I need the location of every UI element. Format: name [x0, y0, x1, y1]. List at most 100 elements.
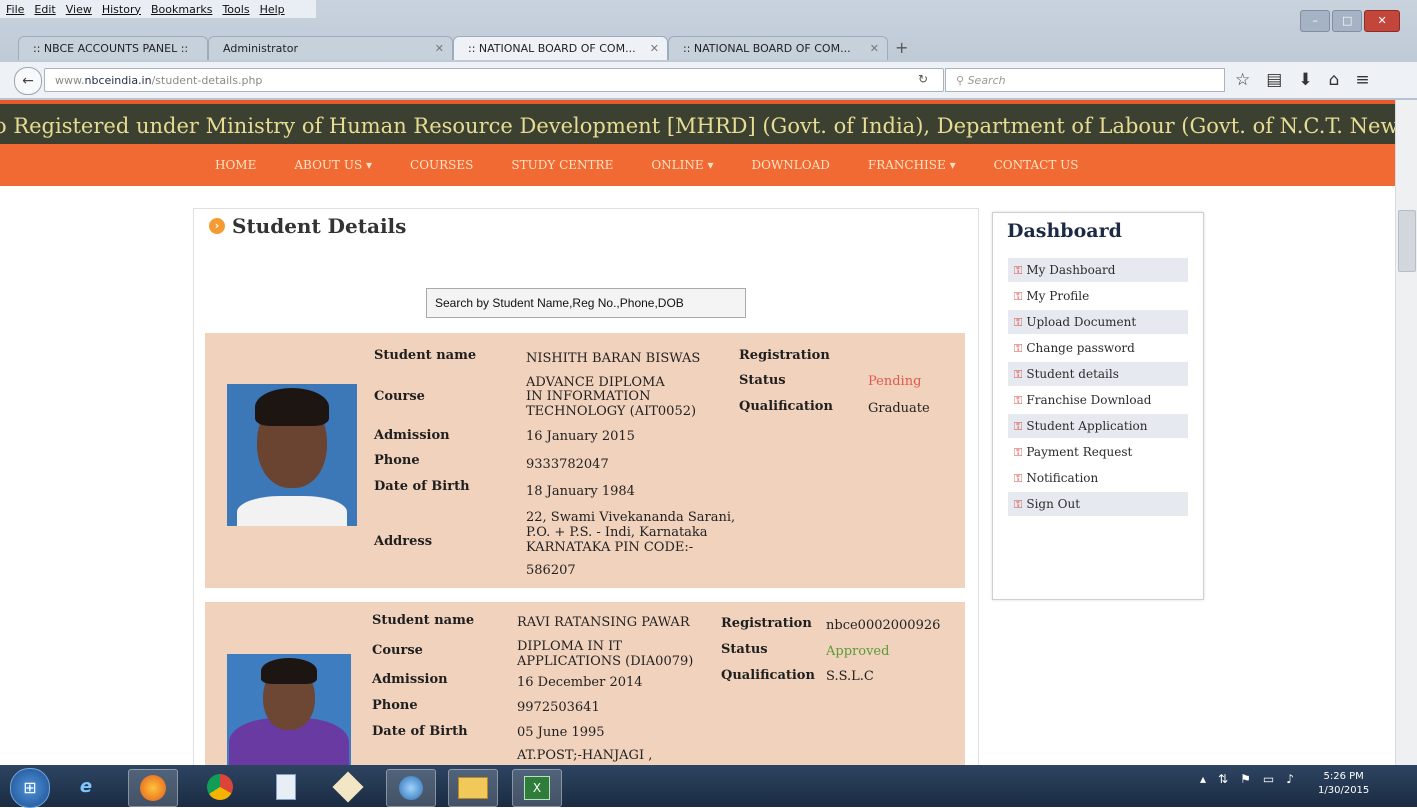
- close-tab-icon[interactable]: ✕: [650, 37, 659, 60]
- system-tray: ▴ ⇅ ⚑ ▭ ♪: [1200, 772, 1294, 786]
- sidebar-item-upload-document[interactable]: ⚿ Upload Document: [1008, 310, 1188, 334]
- taskbar-clock[interactable]: 5:26 PM 1/30/2015: [1318, 770, 1369, 798]
- banner-top-stripe: [0, 100, 1417, 104]
- course-line: TECHNOLOGY (AIT0052): [526, 404, 697, 419]
- label-status: Status: [739, 373, 786, 388]
- download-icon[interactable]: ⬇: [1298, 70, 1312, 90]
- menu-edit[interactable]: Edit: [34, 3, 55, 16]
- phone-value: 9333782047: [526, 457, 609, 472]
- nav-contact-us[interactable]: CONTACT US: [994, 158, 1079, 172]
- start-button[interactable]: ⊞: [10, 768, 50, 808]
- sidebar-item-student-application[interactable]: ⚿ Student Application: [1008, 414, 1188, 438]
- excel-icon[interactable]: X: [512, 769, 562, 807]
- menu-help[interactable]: Help: [260, 3, 285, 16]
- nav-franchise[interactable]: FRANCHISE ▾: [868, 158, 956, 172]
- student-search-input[interactable]: Search by Student Name,Reg No.,Phone,DOB: [426, 288, 746, 318]
- nav-about-us[interactable]: ABOUT US ▾: [294, 158, 372, 172]
- url-path: /student-details.php: [151, 74, 263, 87]
- paint-icon[interactable]: [324, 769, 372, 805]
- sidebar-item-change-password[interactable]: ⚿ Change password: [1008, 336, 1188, 360]
- url-domain: nbceindia.in: [84, 74, 152, 87]
- course-line: IN INFORMATION: [526, 389, 651, 404]
- qualification-value: Graduate: [868, 401, 930, 416]
- toolbar-icons: ☆ ▤ ⬇ ⌂ ≡: [1235, 70, 1370, 90]
- sidebar-item-notification[interactable]: ⚿ Notification: [1008, 466, 1188, 490]
- label-student-name: Student name: [374, 348, 477, 363]
- status-badge: Approved: [826, 644, 890, 659]
- action-center-flag-icon[interactable]: ⚑: [1240, 772, 1251, 786]
- close-window-button[interactable]: ✕: [1364, 10, 1400, 32]
- tab-accounts-panel[interactable]: :: NBCE ACCOUNTS PANEL ::: [18, 36, 208, 60]
- home-icon[interactable]: ⌂: [1329, 70, 1340, 90]
- scrollbar-thumb[interactable]: [1398, 210, 1416, 272]
- minimize-button[interactable]: –: [1300, 10, 1331, 32]
- student-name-value: RAVI RATANSING PAWAR: [517, 615, 690, 630]
- qualification-value: S.S.L.C: [826, 669, 874, 684]
- nav-download[interactable]: DOWNLOAD: [751, 158, 829, 172]
- bookmark-star-icon[interactable]: ☆: [1235, 70, 1250, 90]
- sidebar-item-my-profile[interactable]: ⚿ My Profile: [1008, 284, 1188, 308]
- sidebar-item-student-details[interactable]: ⚿ Student details: [1008, 362, 1188, 386]
- close-tab-icon[interactable]: ✕: [870, 37, 879, 60]
- notepad-icon[interactable]: [262, 769, 310, 805]
- back-button[interactable]: ←: [14, 67, 42, 95]
- display-icon[interactable]: ▭: [1263, 772, 1274, 786]
- status-badge: Pending: [868, 374, 922, 389]
- course-line: DIPLOMA IN IT: [517, 639, 622, 654]
- maximize-button[interactable]: □: [1332, 10, 1363, 32]
- sidebar-item-franchise-download[interactable]: ⚿ Franchise Download: [1008, 388, 1188, 412]
- file-explorer-icon[interactable]: [448, 769, 498, 807]
- tab-national-board-1[interactable]: :: NATIONAL BOARD OF COM... ✕: [453, 36, 668, 60]
- sidebar-item-my-dashboard[interactable]: ⚿ My Dashboard: [1008, 258, 1188, 282]
- dashboard-title: Dashboard: [1007, 220, 1122, 242]
- browser-search-input[interactable]: ⚲ Search: [945, 68, 1225, 92]
- hamburger-menu-icon[interactable]: ≡: [1355, 70, 1369, 90]
- label-student-name: Student name: [372, 613, 475, 628]
- admission-value: 16 January 2015: [526, 429, 635, 444]
- menu-bookmarks[interactable]: Bookmarks: [151, 3, 212, 16]
- tab-national-board-2[interactable]: :: NATIONAL BOARD OF COM... ✕: [668, 36, 888, 60]
- nav-home[interactable]: HOME: [215, 158, 256, 172]
- menu-view[interactable]: View: [66, 3, 92, 16]
- new-tab-button[interactable]: +: [895, 38, 908, 57]
- bookmarks-list-icon[interactable]: ▤: [1266, 70, 1282, 90]
- firefox-icon[interactable]: [128, 769, 178, 807]
- url-bar[interactable]: www.nbceindia.in/student-details.php: [44, 68, 944, 92]
- label-status: Status: [721, 642, 768, 657]
- volume-icon[interactable]: ♪: [1286, 772, 1294, 786]
- menu-bar: File Edit View History Bookmarks Tools H…: [0, 0, 316, 18]
- label-phone: Phone: [372, 698, 418, 713]
- sidebar-item-payment-request[interactable]: ⚿ Payment Request: [1008, 440, 1188, 464]
- sidebar-item-sign-out[interactable]: ⚿ Sign Out: [1008, 492, 1188, 516]
- menu-tools[interactable]: Tools: [222, 3, 249, 16]
- sidebar-item-label: Student details: [1026, 367, 1119, 381]
- key-icon: ⚿: [1014, 316, 1023, 329]
- search-icon: ⚲: [956, 74, 968, 87]
- sidebar-item-label: Notification: [1026, 471, 1099, 485]
- show-hidden-icons-icon[interactable]: ▴: [1200, 772, 1206, 786]
- nav-online[interactable]: ONLINE ▾: [651, 158, 713, 172]
- menu-history[interactable]: History: [102, 3, 141, 16]
- network-icon[interactable]: ⇅: [1218, 772, 1228, 786]
- internet-explorer-icon[interactable]: e: [62, 769, 110, 805]
- nav-study-centre[interactable]: STUDY CENTRE: [511, 158, 613, 172]
- phone-value: 9972503641: [517, 700, 600, 715]
- label-registration: Registration: [739, 348, 830, 363]
- reload-icon[interactable]: ↻: [918, 72, 928, 86]
- admission-value: 16 December 2014: [517, 675, 643, 690]
- key-icon: ⚿: [1014, 394, 1023, 407]
- close-tab-icon[interactable]: ✕: [435, 37, 444, 60]
- course-line: APPLICATIONS (DIA0079): [517, 654, 694, 669]
- tab-administrator[interactable]: Administrator ✕: [208, 36, 453, 60]
- tab-label: :: NATIONAL BOARD OF COM...: [468, 42, 636, 55]
- media-player-icon[interactable]: [386, 769, 436, 807]
- tab-label: :: NATIONAL BOARD OF COM...: [683, 42, 851, 55]
- chevron-circle-icon: ›: [209, 218, 225, 234]
- clock-time: 5:26 PM: [1323, 771, 1364, 782]
- menu-file[interactable]: File: [6, 3, 24, 16]
- chrome-icon[interactable]: [196, 769, 244, 805]
- nav-courses[interactable]: COURSES: [410, 158, 473, 172]
- student-photo: [227, 384, 357, 526]
- key-icon: ⚿: [1014, 446, 1023, 459]
- page-scrollbar[interactable]: [1395, 100, 1417, 765]
